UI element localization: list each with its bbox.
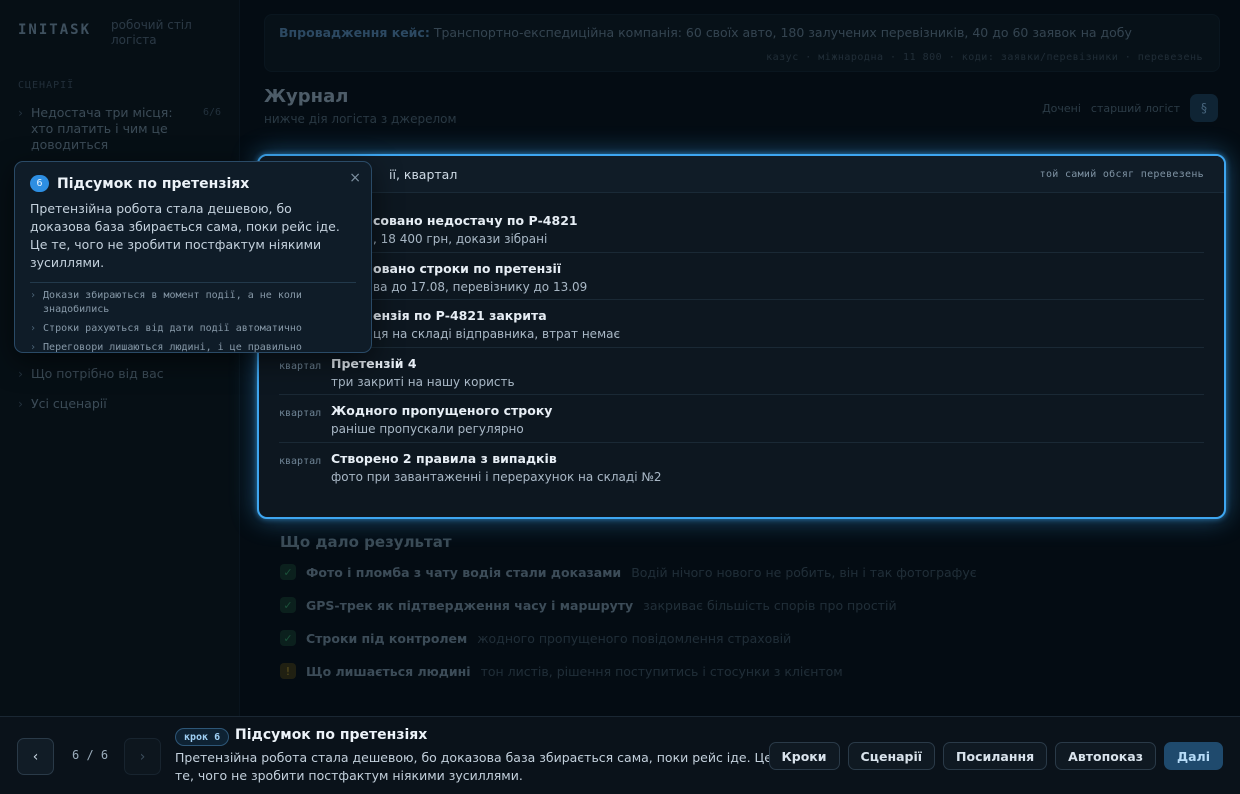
- prev-step-button[interactable]: ‹: [17, 738, 54, 775]
- popover-bullet: › Докази збираються в момент події, а не…: [30, 289, 356, 317]
- step-badge: крок 6: [175, 728, 230, 746]
- tour-popover: 6 Підсумок по претензіях × Претензійна р…: [14, 161, 372, 353]
- highlighted-summary-card: ії, квартал той самий обсяг перевезень с…: [257, 154, 1226, 519]
- autoplay-button[interactable]: Автопоказ: [1055, 742, 1156, 770]
- popover-header: 6 Підсумок по претензіях: [30, 175, 356, 192]
- row-title: совано недостачу по Р-4821: [373, 213, 578, 228]
- row-title: Претензій 4: [331, 355, 417, 371]
- row-detail: три закриті на нашу користь: [331, 374, 515, 389]
- table-row: овано строки по претензії ва до 17.08, п…: [279, 253, 1204, 300]
- next-step-arrow-button[interactable]: ›: [124, 738, 161, 775]
- row-detail: раніше пропускали регулярно: [331, 422, 524, 436]
- row-title: Створено 2 правила з випадків: [331, 450, 557, 466]
- chevron-right-icon: ›: [30, 342, 37, 353]
- row-detail: фото при завантаженні і перерахунок на с…: [331, 469, 662, 484]
- chevron-right-icon: ›: [30, 323, 37, 334]
- next-button[interactable]: Далі: [1163, 742, 1223, 770]
- table-row: квартал Претензій 4 три закриті на нашу …: [279, 348, 1204, 395]
- popover-bullet-text: Строки рахуються від дати події автомати…: [43, 323, 302, 334]
- table-row: квартал Створено 2 правила з випадків фо…: [279, 443, 1204, 491]
- row-detail: ця на складі відправника, втрат немає: [373, 327, 621, 341]
- tour-actions: Кроки Сценарії Посилання Автопоказ Далі: [768, 742, 1223, 770]
- step-description: Претензійна робота стала дешевою, бо док…: [175, 750, 772, 783]
- popover-bullet: › Переговори лишаються людині, і це прав…: [30, 341, 356, 355]
- table-row: квартал Жодного пропущеного строку раніш…: [279, 395, 1204, 443]
- steps-button[interactable]: Кроки: [768, 742, 840, 770]
- close-icon[interactable]: ×: [349, 170, 361, 186]
- summary-rows: совано недостачу по Р-4821 , 18 400 грн,…: [259, 193, 1224, 490]
- popover-title: Підсумок по претензіях: [57, 175, 250, 192]
- summary-card-meta: той самий обсяг перевезень: [1039, 168, 1204, 180]
- chevron-right-icon: ›: [30, 290, 37, 301]
- summary-card-title: ії, квартал: [389, 166, 458, 182]
- step-counter: 6 / 6: [72, 748, 109, 762]
- step-number-badge: 6: [30, 175, 49, 192]
- popover-bullet-text: Переговори лишаються людині, і це правил…: [43, 342, 302, 353]
- row-title: Жодного пропущеного строку: [331, 403, 553, 418]
- row-period: квартал: [279, 360, 322, 372]
- popover-text: Претензійна робота стала дешевою, бо док…: [30, 201, 340, 270]
- table-row: ензія по Р-4821 закрита ця на складі від…: [279, 300, 1204, 348]
- tour-bottom-bar: ‹ 6 / 6 › крок 6 Підсумок по претензіях …: [0, 716, 1240, 794]
- row-period: квартал: [279, 408, 322, 419]
- table-row: совано недостачу по Р-4821 , 18 400 грн,…: [279, 205, 1204, 253]
- row-title: овано строки по претензії: [373, 260, 562, 276]
- popover-bullet-text: Докази збираються в момент події, а не к…: [43, 290, 302, 315]
- popover-divider: [30, 282, 356, 283]
- row-detail: , 18 400 грн, докази зібрані: [373, 232, 548, 246]
- scenarios-button[interactable]: Сценарії: [847, 742, 936, 770]
- row-period: квартал: [279, 455, 322, 467]
- row-title: ензія по Р-4821 закрита: [373, 308, 547, 323]
- popover-bullet: › Строки рахуються від дати події автома…: [30, 322, 356, 336]
- summary-card-header: ії, квартал той самий обсяг перевезень: [259, 156, 1224, 193]
- links-button[interactable]: Посилання: [943, 742, 1048, 770]
- step-title: Підсумок по претензіях: [235, 727, 428, 743]
- row-detail: ва до 17.08, перевізнику до 13.09: [373, 279, 588, 294]
- app: INITASK робочий стіл логіста СЦЕНАРІЇ › …: [0, 0, 1240, 794]
